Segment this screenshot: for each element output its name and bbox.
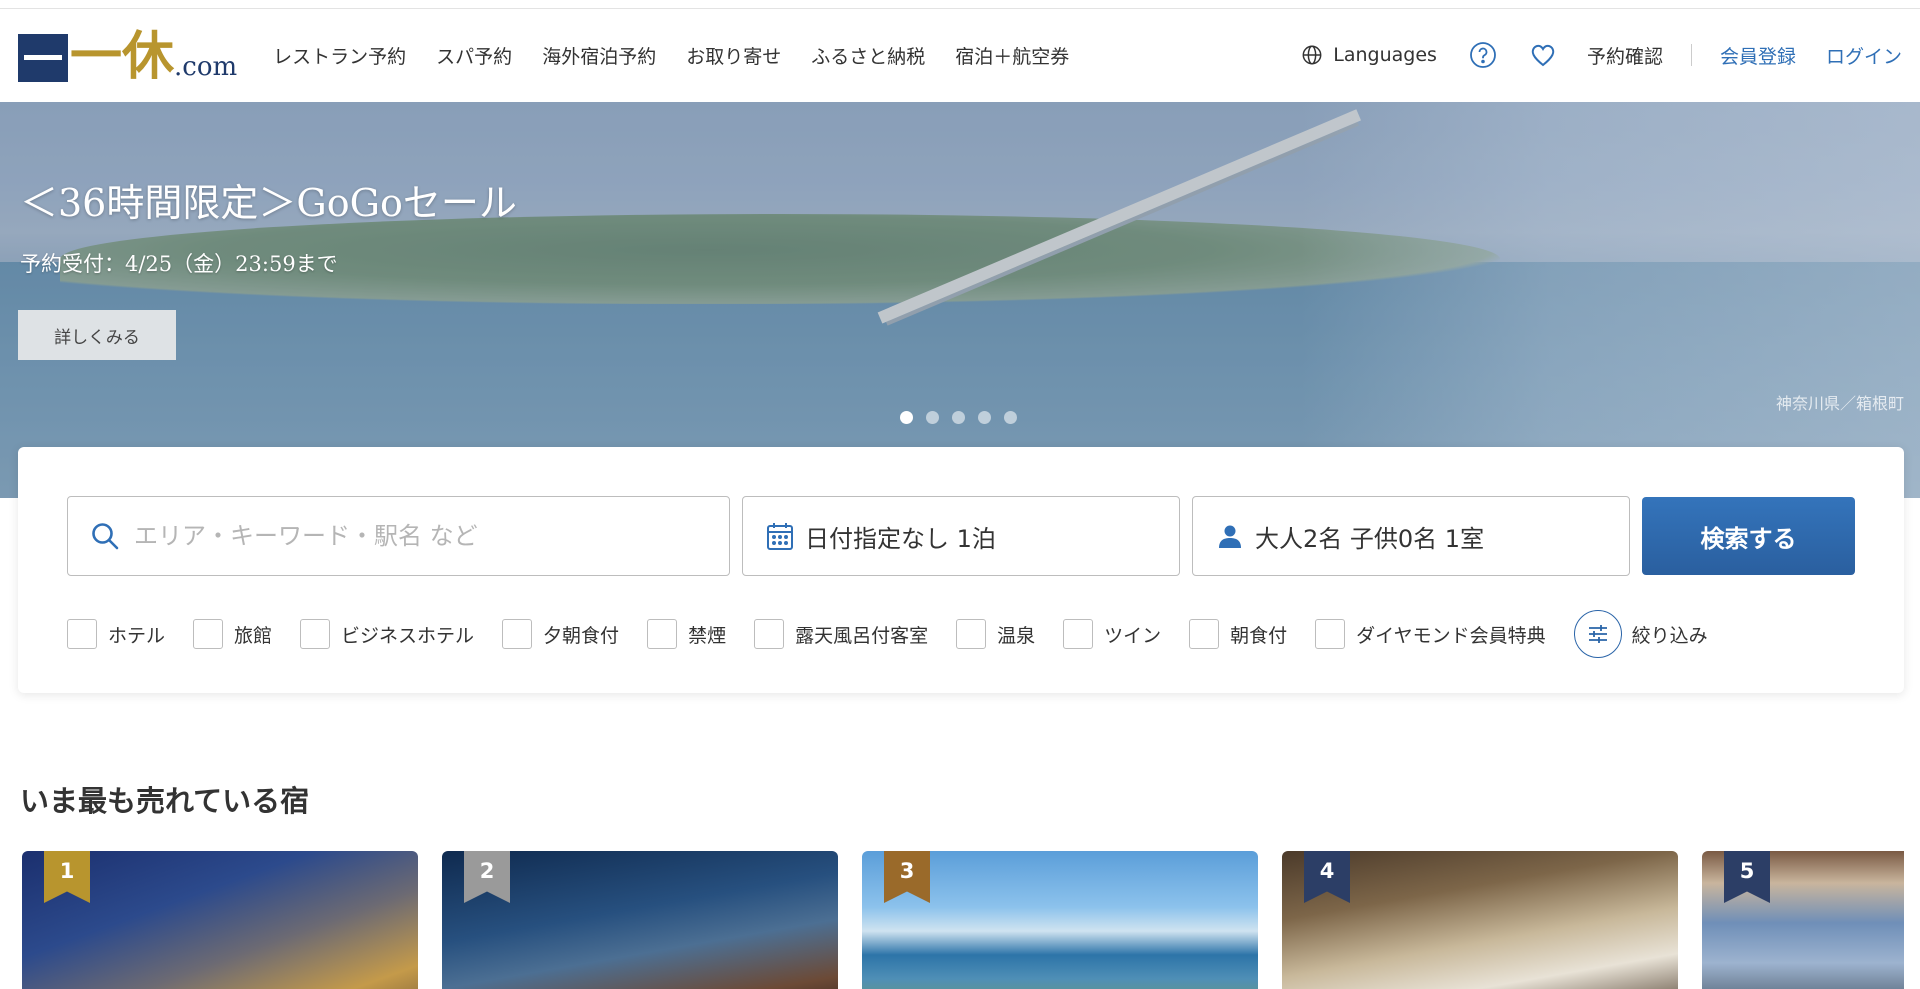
hotel-card[interactable]: 1 — [22, 851, 418, 989]
filter-label: 朝食付 — [1230, 624, 1288, 647]
rank-badge: 2 — [464, 851, 510, 903]
quick-filters: ホテル 旅館 ビジネスホテル 夕朝食付 禁煙 露天風呂付客室 温泉 ツイン 朝食… — [67, 610, 1708, 658]
hero-interior-overlay — [1300, 102, 1920, 498]
nav-overseas[interactable]: 海外宿泊予約 — [542, 42, 656, 69]
rank-badge: 5 — [1724, 851, 1770, 903]
guests-value: 大人2名 子供0名 1室 — [1255, 524, 1485, 553]
filter-twin[interactable]: ツイン — [1063, 619, 1161, 649]
languages-button[interactable]: Languages — [1301, 44, 1437, 66]
best-sellers-list: 1 2 3 4 5 — [22, 851, 1904, 989]
logo-mark — [18, 34, 68, 82]
filter-onsen[interactable]: 温泉 — [956, 619, 1035, 649]
hero-banner: ＜36時間限定＞GoGoセール 予約受付：4/25（金）23:59まで 詳しくみ… — [0, 102, 1920, 498]
keyword-input[interactable] — [134, 522, 694, 550]
checkbox[interactable] — [956, 619, 987, 649]
best-sellers-title: いま最も売れている宿 — [20, 784, 310, 818]
filter-label: 温泉 — [997, 624, 1036, 647]
checkbox[interactable] — [1189, 619, 1220, 649]
checkbox[interactable] — [754, 619, 785, 649]
carousel-dot[interactable] — [1004, 411, 1017, 424]
nav-spa[interactable]: スパ予約 — [436, 42, 512, 69]
filter-label: ビジネスホテル — [341, 624, 475, 647]
refine-label: 絞り込み — [1631, 624, 1708, 647]
checkbox[interactable] — [67, 619, 97, 649]
filter-dinner-breakfast[interactable]: 夕朝食付 — [502, 619, 619, 649]
refine-button[interactable]: 絞り込み — [1573, 610, 1708, 658]
header-actions: Languages 予約確認 会員登録 ログイン — [1301, 39, 1902, 71]
nav-restaurant[interactable]: レストラン予約 — [273, 42, 406, 69]
hotel-card[interactable]: 2 — [442, 851, 838, 989]
keyword-field[interactable] — [67, 496, 730, 576]
checkbox[interactable] — [1063, 619, 1094, 649]
heart-icon — [1531, 44, 1555, 67]
filter-label: ダイヤモンド会員特典 — [1356, 624, 1546, 647]
calendar-icon — [763, 519, 797, 553]
carousel-dot[interactable] — [926, 411, 939, 424]
filter-non-smoking[interactable]: 禁煙 — [647, 619, 726, 649]
checkbox[interactable] — [300, 619, 331, 649]
logo-kanji: 一休 — [70, 26, 175, 87]
nav-hotel-flight[interactable]: 宿泊＋航空券 — [955, 42, 1069, 69]
sliders-icon — [1573, 610, 1622, 658]
checkbox[interactable] — [502, 619, 533, 649]
date-value: 日付指定なし 1泊 — [805, 524, 996, 553]
help-button[interactable] — [1467, 39, 1499, 71]
filter-ryokan[interactable]: 旅館 — [193, 619, 272, 649]
filter-breakfast[interactable]: 朝食付 — [1189, 619, 1287, 649]
filter-label: ホテル — [108, 624, 166, 647]
header-divider — [1690, 44, 1692, 66]
nav-furusato[interactable]: ふるさと納税 — [811, 42, 925, 69]
languages-label: Languages — [1333, 44, 1437, 66]
filter-business-hotel[interactable]: ビジネスホテル — [300, 619, 474, 649]
filter-open-air-bath[interactable]: 露天風呂付客室 — [754, 619, 928, 649]
site-header: 一休 .com レストラン予約 スパ予約 海外宿泊予約 お取り寄せ ふるさと納税… — [0, 9, 1920, 101]
filter-label: ツイン — [1104, 624, 1162, 647]
help-icon — [1470, 42, 1496, 68]
hero-title: ＜36時間限定＞GoGoセール — [20, 181, 517, 225]
reservation-check-link[interactable]: 予約確認 — [1587, 42, 1663, 69]
register-link[interactable]: 会員登録 — [1720, 42, 1796, 69]
filter-hotel[interactable]: ホテル — [67, 619, 165, 649]
filter-label: 旅館 — [234, 624, 273, 647]
search-panel: 日付指定なし 1泊 大人2名 子供0名 1室 検索する ホテル 旅館 ビジネスホ… — [18, 447, 1904, 693]
checkbox[interactable] — [647, 619, 678, 649]
hotel-card[interactable]: 4 — [1282, 851, 1678, 989]
guests-field[interactable]: 大人2名 子供0名 1室 — [1192, 496, 1630, 576]
carousel-dot[interactable] — [978, 411, 991, 424]
search-submit-button[interactable]: 検索する — [1642, 497, 1855, 575]
hotel-card[interactable]: 5 — [1702, 851, 1904, 989]
date-field[interactable]: 日付指定なし 1泊 — [742, 496, 1180, 576]
hero-subtitle: 予約受付：4/25（金）23:59まで — [20, 252, 338, 276]
rank-badge: 3 — [884, 851, 930, 903]
top-strip — [0, 0, 1920, 9]
filter-diamond-benefit[interactable]: ダイヤモンド会員特典 — [1315, 619, 1546, 649]
hero-location-caption: 神奈川県／箱根町 — [1775, 394, 1904, 413]
search-icon — [88, 519, 122, 553]
person-icon — [1213, 519, 1247, 553]
filter-label: 夕朝食付 — [543, 624, 620, 647]
carousel-dots — [900, 411, 1017, 424]
favorites-button[interactable] — [1527, 39, 1559, 71]
filter-label: 禁煙 — [688, 624, 727, 647]
filter-label: 露天風呂付客室 — [795, 624, 929, 647]
globe-icon — [1302, 45, 1322, 65]
login-link[interactable]: ログイン — [1826, 42, 1902, 69]
carousel-dot[interactable] — [952, 411, 965, 424]
logo-suffix: .com — [174, 52, 238, 82]
site-logo[interactable]: 一休 .com — [18, 26, 238, 87]
checkbox[interactable] — [193, 619, 224, 649]
checkbox[interactable] — [1315, 619, 1346, 649]
nav-gourmet[interactable]: お取り寄せ — [686, 42, 781, 69]
carousel-dot[interactable] — [900, 411, 913, 424]
rank-badge: 4 — [1304, 851, 1350, 903]
rank-badge: 1 — [44, 851, 90, 903]
hotel-card[interactable]: 3 — [862, 851, 1258, 989]
hero-details-button[interactable]: 詳しくみる — [18, 310, 176, 360]
main-nav: レストラン予約 スパ予約 海外宿泊予約 お取り寄せ ふるさと納税 宿泊＋航空券 — [273, 42, 1069, 69]
